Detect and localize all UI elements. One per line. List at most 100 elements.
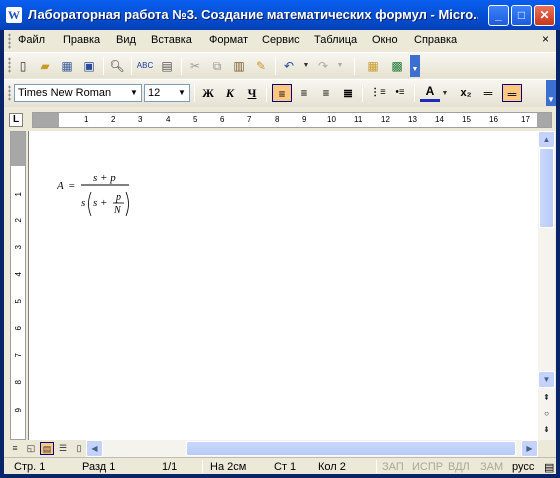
format-painter-icon[interactable]: ✎ (252, 57, 270, 75)
formula-den-s: s (81, 197, 85, 209)
menu-window[interactable]: Окно (372, 34, 398, 46)
vertical-scroll-thumb[interactable] (539, 148, 554, 228)
horizontal-ruler[interactable]: 1 2 3 4 5 6 7 8 9 10 11 12 13 14 15 16 1… (32, 112, 552, 128)
copy-icon[interactable]: ⧉ (208, 57, 226, 75)
menu-edit[interactable]: Правка (63, 34, 100, 46)
bold-button[interactable]: Ж (198, 84, 218, 102)
status-track-changes[interactable]: ИСПР (412, 461, 443, 473)
spelling-icon[interactable]: ABC (136, 57, 154, 75)
ruler-number: 11 (354, 115, 363, 124)
toolbar-separator (414, 84, 415, 102)
undo-dropdown-icon[interactable]: ▼ (297, 57, 315, 75)
status-pages: 1/1 (162, 461, 178, 473)
status-divider (376, 460, 377, 473)
underline-button[interactable]: Ч (242, 84, 262, 102)
status-line: Ст 1 (274, 461, 297, 473)
menu-tools[interactable]: Сервис (262, 34, 300, 46)
justify-button[interactable]: ≣ (338, 84, 358, 102)
scroll-down-icon[interactable]: ▼ (538, 371, 555, 388)
status-overtype[interactable]: ЗАМ (480, 461, 503, 473)
scroll-right-icon[interactable]: ▶ (521, 440, 538, 457)
menu-file[interactable]: Файл (18, 34, 45, 46)
menu-format[interactable]: Формат (209, 34, 248, 46)
close-button[interactable]: ✕ (534, 5, 555, 26)
formatting-toolbar: Times New Roman ▼ 12 ▼ Ж К Ч ≡ ≡ ≡ ≣ ⋮≡ … (4, 79, 556, 107)
insert-table-icon[interactable]: ▦ (364, 57, 382, 75)
toolbar-grip[interactable] (8, 85, 11, 101)
bulleted-list-icon[interactable]: •≡ (390, 84, 410, 102)
tab-stop-selector[interactable]: L (9, 113, 23, 127)
align-right-button[interactable]: ≡ (316, 84, 336, 102)
font-color-button[interactable]: A (420, 84, 440, 102)
minimize-button[interactable]: _ (488, 5, 509, 26)
align-center-button[interactable]: ≡ (294, 84, 314, 102)
next-page-icon[interactable]: ⇟ (540, 423, 553, 436)
print-layout-icon[interactable]: ▤ (40, 442, 54, 455)
scroll-left-icon[interactable]: ◀ (86, 440, 103, 457)
previous-page-icon[interactable]: ⇞ (540, 391, 553, 404)
menu-insert[interactable]: Вставка (151, 34, 192, 46)
chevron-down-icon[interactable]: ▼ (175, 85, 189, 101)
status-at: На 2см (210, 461, 247, 473)
cut-icon[interactable]: ✂ (186, 57, 204, 75)
toolbar-separator (103, 57, 104, 75)
status-extend[interactable]: ВДЛ (448, 461, 470, 473)
reading-view-icon[interactable]: ▯ (72, 442, 86, 455)
status-language[interactable]: русс (512, 461, 534, 473)
math-formula[interactable]: A = s + p s s + p N (57, 173, 167, 249)
vertical-scrollbar[interactable]: ▲ ▼ ⇞ ○ ⇟ (538, 131, 555, 440)
italic-button[interactable]: К (220, 84, 240, 102)
redo-icon[interactable]: ↷ (314, 57, 332, 75)
normal-view-icon[interactable]: ≡ (8, 442, 22, 455)
spelling-status-icon[interactable]: ▤ (544, 461, 554, 474)
status-bar: Стр. 1 Разд 1 1/1 На 2см Ст 1 Кол 2 ЗАП … (4, 457, 556, 474)
menu-grip[interactable] (8, 33, 11, 49)
menu-view[interactable]: Вид (116, 34, 136, 46)
font-size-combo[interactable]: 12 ▼ (144, 84, 190, 102)
scroll-up-icon[interactable]: ▲ (538, 131, 555, 148)
close-document-button[interactable]: × (542, 32, 549, 46)
open-icon[interactable]: ▰ (36, 57, 54, 75)
ruler-number: 7 (247, 115, 252, 124)
toolbar-options-icon[interactable]: ▼ (410, 55, 420, 77)
toolbar-separator (275, 57, 276, 75)
align-left-button[interactable]: ≡ (272, 84, 292, 102)
print-preview-icon[interactable]: 🔍︎ (108, 57, 126, 75)
document-page[interactable]: A = s + p s s + p N (28, 131, 538, 440)
vertical-ruler[interactable]: 1 2 3 4 5 6 7 8 9 (10, 131, 26, 440)
undo-icon[interactable]: ↶ (280, 57, 298, 75)
ruler-number: 2 (14, 218, 23, 223)
toolbar-grip[interactable] (8, 57, 11, 73)
redo-dropdown-icon[interactable]: ▼ (331, 57, 349, 75)
toolbar-separator (181, 57, 182, 75)
status-record[interactable]: ЗАП (382, 461, 404, 473)
research-icon[interactable]: ▤ (158, 57, 176, 75)
horizontal-scrollbar[interactable]: ◀ ▶ (86, 440, 538, 457)
ruler-margin-right (537, 113, 551, 127)
horizontal-scroll-thumb[interactable] (186, 441, 516, 456)
chevron-down-icon[interactable]: ▼ (127, 85, 141, 101)
title-bar[interactable]: W Лабораторная работа №3. Создание матем… (0, 0, 560, 30)
font-color-dropdown-icon[interactable]: ▼ (440, 85, 450, 103)
new-document-icon[interactable]: ▯ (14, 57, 32, 75)
maximize-button[interactable]: □ (511, 5, 532, 26)
web-view-icon[interactable]: ◱ (24, 442, 38, 455)
toolbar-separator (354, 57, 355, 75)
select-browse-object-icon[interactable]: ○ (540, 407, 553, 420)
paste-icon[interactable]: ▥ (230, 57, 248, 75)
highlight-button[interactable]: ═ (502, 84, 522, 102)
font-size-value: 12 (148, 87, 161, 99)
subscript-button[interactable]: x₂ (456, 84, 476, 102)
permission-icon[interactable]: ▦ (58, 57, 76, 75)
save-icon[interactable]: ▣ (80, 57, 98, 75)
word-icon[interactable]: W (6, 7, 22, 23)
menu-table[interactable]: Таблица (314, 34, 357, 46)
outline-view-icon[interactable]: ☰ (56, 442, 70, 455)
formula-inner-numerator: p (115, 192, 121, 203)
numbered-list-icon[interactable]: ⋮≡ (368, 84, 388, 102)
equation-line-icon[interactable]: ═ (478, 84, 498, 102)
menu-help[interactable]: Справка (414, 34, 457, 46)
toolbar-options-icon[interactable]: ▼ (546, 80, 556, 106)
excel-icon[interactable]: ▩ (388, 57, 406, 75)
font-name-combo[interactable]: Times New Roman ▼ (14, 84, 142, 102)
